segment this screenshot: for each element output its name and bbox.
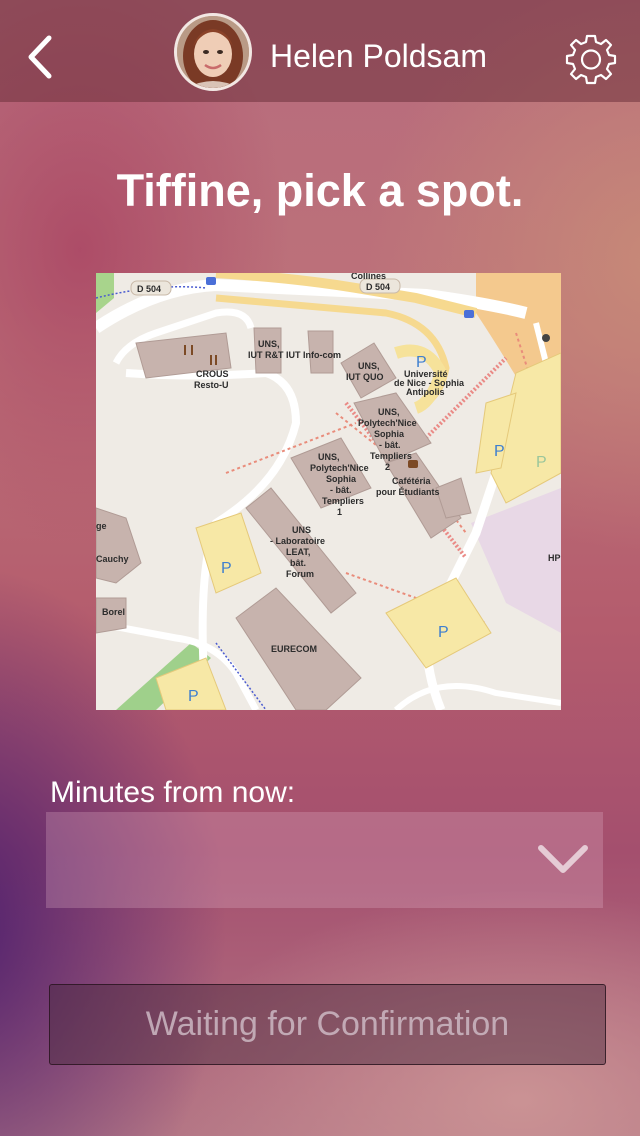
page-title: Tiffine, pick a spot. bbox=[116, 165, 524, 216]
map-view[interactable]: D 504 D 504 Collines CROUS Resto-U UNS, … bbox=[96, 273, 561, 710]
user-name: Helen Poldsam bbox=[270, 38, 487, 74]
map-place-label: Borel bbox=[102, 607, 125, 617]
map-place-label: Cauchy bbox=[96, 554, 129, 564]
map-road-label: D 504 bbox=[137, 284, 161, 294]
settings-button[interactable] bbox=[562, 30, 620, 88]
parking-icon: P bbox=[438, 624, 449, 641]
chevron-down-icon bbox=[538, 845, 588, 873]
gear-icon bbox=[565, 34, 617, 85]
map-place-label: CROUS Resto-U bbox=[194, 369, 231, 390]
minutes-label: Minutes from now: bbox=[50, 776, 296, 809]
chevron-left-icon bbox=[28, 35, 52, 79]
map-place-label: EURECOM bbox=[271, 644, 317, 654]
map-place-label: Université de Nice - Sophia Antipolis bbox=[394, 369, 467, 397]
parking-icon: P bbox=[536, 454, 547, 471]
back-button[interactable] bbox=[18, 32, 62, 82]
map-place-label: Cafétéria pour Étudiants bbox=[376, 476, 440, 497]
parking-icon: P bbox=[221, 560, 232, 577]
bus-stop-icon bbox=[206, 277, 216, 285]
map-road-label: Collines bbox=[351, 273, 386, 281]
map-image: D 504 D 504 Collines CROUS Resto-U UNS, … bbox=[96, 273, 561, 710]
minutes-dropdown[interactable] bbox=[46, 812, 603, 908]
avatar[interactable] bbox=[174, 13, 252, 91]
confirmation-button[interactable]: Waiting for Confirmation bbox=[49, 984, 606, 1065]
avatar-image bbox=[177, 16, 249, 88]
map-road-label: D 504 bbox=[366, 282, 390, 292]
traffic-light-icon bbox=[542, 334, 550, 342]
parking-icon: P bbox=[188, 688, 199, 705]
map-place-label: HP bbox=[548, 553, 561, 563]
cafe-icon bbox=[408, 460, 418, 468]
parking-icon: P bbox=[494, 443, 505, 460]
top-bar: Helen Poldsam bbox=[0, 0, 640, 102]
map-place-label: ge bbox=[96, 521, 107, 531]
parking-icon: P bbox=[416, 354, 427, 371]
bus-stop-icon bbox=[464, 310, 474, 318]
